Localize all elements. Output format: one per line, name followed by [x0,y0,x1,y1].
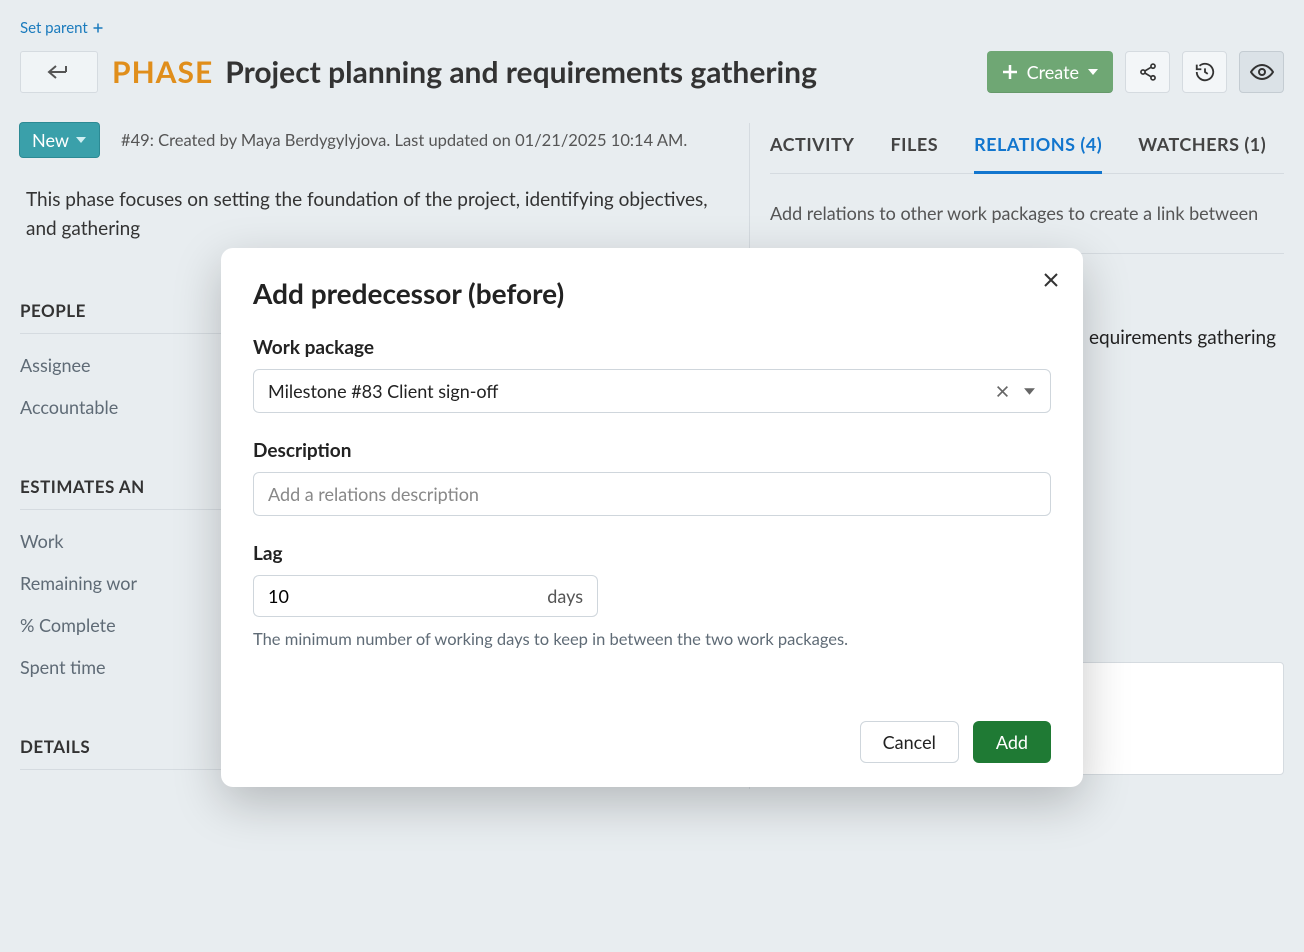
plus-icon [1001,63,1019,81]
description-text[interactable]: This phase focuses on setting the founda… [26,185,723,244]
assignee-label: Assignee [20,354,200,376]
chevron-down-icon [75,134,87,146]
lag-label: Lag [253,542,1051,565]
plus-icon [92,22,104,34]
create-button[interactable]: Create [987,51,1113,93]
close-icon [1043,272,1059,288]
type-label: PHASE [112,54,213,90]
meta-info: #49: Created by Maya Berdygylyjova. Last… [121,130,687,150]
lag-input[interactable] [253,575,533,617]
share-button[interactable] [1125,51,1170,93]
create-label: Create [1027,61,1079,83]
clear-icon[interactable] [996,385,1009,398]
set-parent-label: Set parent [20,19,88,37]
tab-files[interactable]: FILES [890,123,938,173]
lag-unit: days [533,575,598,617]
wp-selected-value: Milestone #83 Client sign-off [268,380,498,402]
work-label: Work [20,530,200,552]
page-title[interactable]: Project planning and requirements gather… [225,54,817,90]
share-icon [1138,62,1158,82]
close-button[interactable] [1043,270,1059,292]
add-predecessor-dialog: Add predecessor (before) Work package Mi… [221,248,1083,787]
back-arrow-icon [46,63,72,81]
wp-label: Work package [253,336,1051,359]
tab-watchers[interactable]: WATCHERS (1) [1138,123,1266,173]
activity-button[interactable] [1182,51,1227,93]
tab-activity[interactable]: ACTIVITY [770,123,854,173]
watch-button[interactable] [1239,51,1284,93]
chevron-down-icon [1087,66,1099,78]
eye-icon [1250,62,1274,82]
status-dropdown[interactable]: New [20,123,99,157]
work-package-select[interactable]: Milestone #83 Client sign-off [253,369,1051,413]
history-icon [1194,61,1216,83]
relation-title-fragment: equirements gathering [1089,326,1276,349]
chevron-down-icon[interactable] [1023,385,1036,398]
spent-time-label: Spent time [20,656,200,678]
lag-hint: The minimum number of working days to ke… [253,629,1051,649]
description-label: Description [253,439,1051,462]
status-label: New [32,129,69,151]
description-input[interactable] [253,472,1051,516]
set-parent-link[interactable]: Set parent [20,19,104,37]
remaining-label: Remaining wor [20,572,200,594]
tab-relations[interactable]: RELATIONS (4) [974,123,1102,174]
relations-intro: Add relations to other work packages to … [770,200,1284,227]
accountable-label: Accountable [20,396,200,418]
dialog-title: Add predecessor (before) [253,276,1051,310]
cancel-button[interactable]: Cancel [860,721,959,763]
add-button[interactable]: Add [973,721,1051,763]
percent-complete-label: % Complete [20,614,200,636]
back-button[interactable] [20,51,98,93]
